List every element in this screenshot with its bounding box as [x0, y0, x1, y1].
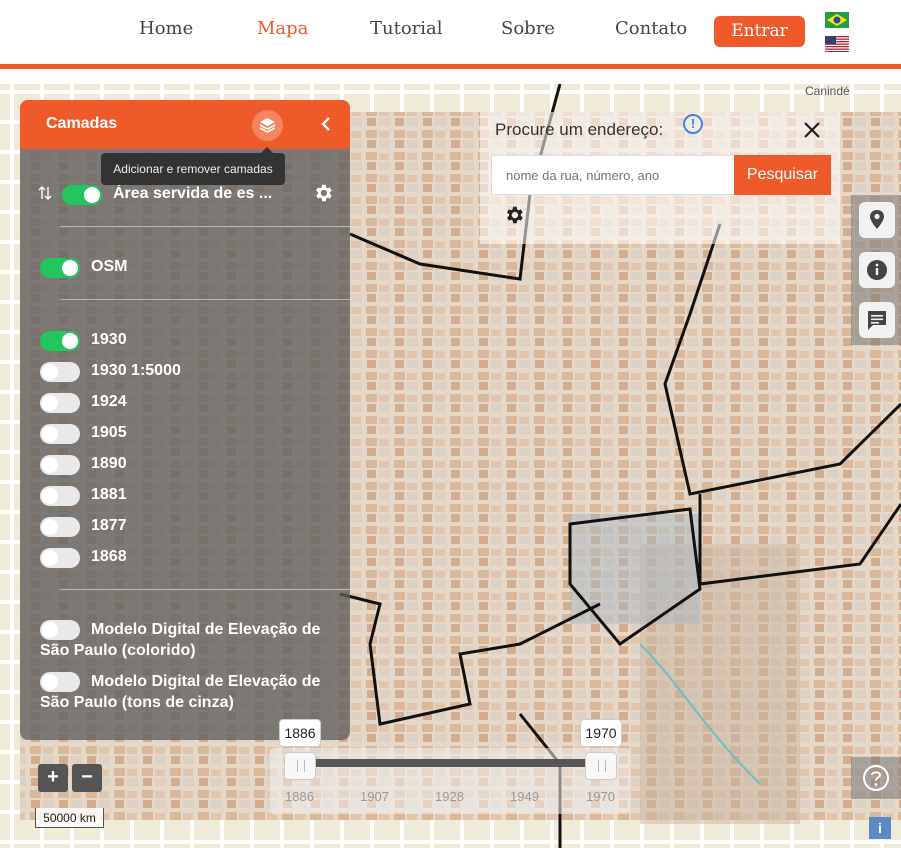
layer-label-1881: 1881: [91, 486, 127, 503]
layer-label-elevation-color-2: São Paulo (colorido): [40, 642, 196, 659]
gear-icon[interactable]: [312, 182, 334, 204]
toggle-1930[interactable]: [40, 331, 80, 351]
toggle-knob: [42, 364, 58, 380]
layer-label-elevation-gray-2: São Paulo (tons de cinza): [40, 694, 234, 711]
toggle-knob: [42, 550, 58, 566]
add-remove-layers-button[interactable]: [252, 110, 283, 141]
reorder-arrows-icon[interactable]: [38, 185, 52, 201]
slider-tick-label: 1949: [510, 789, 539, 804]
login-button[interactable]: Entrar: [714, 16, 805, 47]
search-button[interactable]: Pesquisar: [734, 155, 831, 195]
panel-divider: [60, 589, 350, 590]
toggle-knob: [42, 488, 58, 504]
location-pin-button[interactable]: [859, 202, 895, 238]
zoom-out-button[interactable]: −: [72, 764, 102, 792]
layers-stack-icon: [259, 118, 276, 133]
layer-label-service-area: Área servida de es ...: [113, 185, 273, 202]
slider-tick-label: 1886: [285, 789, 314, 804]
layers-tooltip: Adicionar e remover camadas: [101, 147, 285, 185]
toggle-knob: [42, 395, 58, 411]
slider-tick-label: 1907: [360, 789, 389, 804]
info-icon: [867, 260, 887, 280]
layers-panel-header: Camadas: [20, 100, 350, 149]
toggle-osm[interactable]: [40, 258, 80, 278]
toggle-1905[interactable]: [40, 424, 80, 444]
info-button[interactable]: [859, 252, 895, 288]
time-slider-end-value: 1970: [580, 719, 622, 747]
layer-label-1924: 1924: [91, 393, 127, 410]
time-slider-track[interactable]: [300, 759, 600, 767]
toggle-knob: [42, 426, 58, 442]
header-accent-bar: [0, 64, 901, 69]
place-label: Canindé: [805, 84, 850, 98]
layer-label-osm: OSM: [91, 258, 128, 275]
layer-label-1868: 1868: [91, 548, 127, 565]
comments-button[interactable]: [859, 302, 895, 338]
time-slider-start-value: 1886: [279, 719, 321, 747]
layer-label-1890: 1890: [91, 455, 127, 472]
close-icon: [804, 122, 820, 138]
time-slider: [270, 748, 630, 814]
info-circle-icon[interactable]: !: [683, 114, 703, 134]
toggle-1924[interactable]: [40, 393, 80, 413]
toggle-knob: [62, 333, 78, 349]
layers-panel-title: Camadas: [46, 115, 118, 132]
us-flag-icon[interactable]: [825, 36, 849, 52]
toggle-1930-5000[interactable]: [40, 362, 80, 382]
toggle-elevation-color[interactable]: [40, 620, 80, 640]
nav-tutorial[interactable]: Tutorial: [370, 18, 443, 39]
nav-about[interactable]: Sobre: [501, 18, 555, 39]
layer-label-1877: 1877: [91, 517, 127, 534]
layer-label-1930-5000: 1930 1:5000: [91, 362, 181, 379]
layers-panel: Camadas Área servida de es ... OSM 1930 …: [20, 100, 350, 740]
address-search-input[interactable]: [491, 155, 735, 195]
chevron-left-icon: [321, 117, 330, 131]
toggle-service-area[interactable]: [62, 185, 102, 205]
toggle-elevation-gray[interactable]: [40, 672, 80, 692]
toggle-knob: [62, 260, 78, 276]
help-icon[interactable]: [862, 764, 890, 792]
brazil-flag-icon[interactable]: [825, 12, 849, 28]
toggle-1881[interactable]: [40, 486, 80, 506]
search-title: Procure um endereço:: [495, 120, 664, 139]
layer-label-elevation-color-1: Modelo Digital de Elevação de: [91, 621, 321, 638]
collapse-panel-button[interactable]: [316, 112, 336, 136]
scale-bar: 50000 km: [35, 808, 104, 828]
time-slider-start-handle[interactable]: [284, 752, 316, 780]
layer-label-1930: 1930: [91, 331, 127, 348]
search-settings-gear-icon[interactable]: [503, 204, 525, 226]
slider-tick-label: 1928: [435, 789, 464, 804]
zoom-in-button[interactable]: +: [38, 764, 68, 792]
toggle-knob: [42, 622, 58, 638]
time-slider-end-handle[interactable]: [585, 752, 617, 780]
toggle-knob: [42, 519, 58, 535]
toggle-1877[interactable]: [40, 517, 80, 537]
nav-contact[interactable]: Contato: [615, 18, 687, 39]
panel-divider: [60, 299, 350, 300]
panel-divider: [60, 226, 350, 227]
layer-label-elevation-gray-1: Modelo Digital de Elevação de: [91, 673, 321, 690]
toggle-1868[interactable]: [40, 548, 80, 568]
close-search-button[interactable]: [803, 119, 821, 145]
nav-map[interactable]: Mapa: [257, 18, 308, 39]
location-pin-icon: [870, 210, 884, 229]
toggle-knob: [42, 457, 58, 473]
slider-tick-label: 1970: [586, 789, 615, 804]
top-navbar: Home Mapa Tutorial Sobre Contato Entrar: [0, 0, 901, 69]
map-attribution-info-button[interactable]: i: [869, 817, 891, 839]
comment-icon: [868, 311, 886, 330]
nav-home[interactable]: Home: [139, 18, 193, 39]
layer-label-1905: 1905: [91, 424, 127, 441]
toggle-knob: [84, 187, 100, 203]
toggle-knob: [42, 674, 58, 690]
toggle-1890[interactable]: [40, 455, 80, 475]
